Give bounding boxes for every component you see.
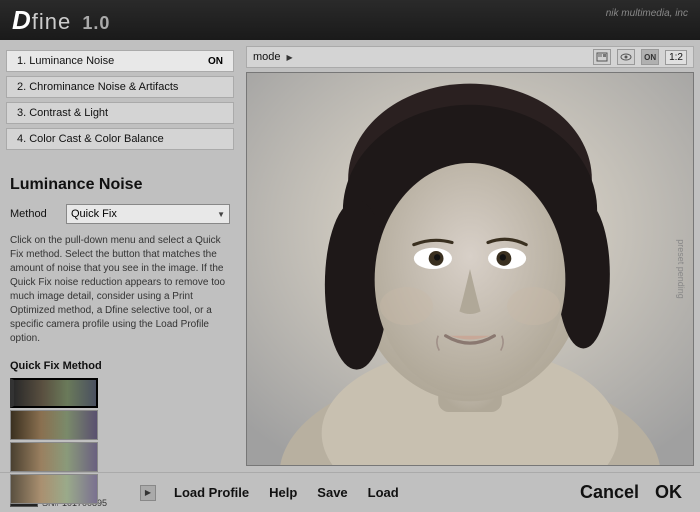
on-icon-btn[interactable]: ON: [641, 49, 659, 65]
right-panel: mode ▶ ON 1:2: [240, 40, 700, 472]
step-item-1[interactable]: 1. Luminance Noise ON: [6, 50, 234, 72]
chevron-down-icon: ▼: [217, 210, 225, 219]
thumbnail-item-4[interactable]: [10, 474, 98, 504]
eye-icon: [620, 52, 632, 62]
portrait-svg: [247, 73, 693, 465]
play-icon: ▶: [145, 488, 151, 497]
step-3-label: 3. Contrast & Light: [17, 107, 108, 119]
image-icon: [596, 52, 608, 62]
cancel-button[interactable]: Cancel: [572, 478, 647, 507]
help-button[interactable]: Help: [259, 481, 307, 504]
title-d: D: [12, 5, 32, 35]
thumbnail-grid: [10, 378, 100, 504]
title-version: 1.0: [82, 13, 110, 33]
pending-label: preset pending: [676, 239, 686, 299]
step-item-4[interactable]: 4. Color Cast & Color Balance: [6, 128, 234, 150]
preview-image: preset pending: [246, 72, 694, 466]
description-text: Click on the pull-down menu and select a…: [10, 234, 230, 346]
step-2-label: 2. Chrominance Noise & Artifacts: [17, 81, 178, 93]
app-title: Dfine 1.0: [12, 5, 110, 36]
thumbnail-item-3[interactable]: [10, 442, 98, 472]
mode-arrow-icon: ▶: [287, 53, 293, 62]
on-label: ON: [644, 53, 656, 62]
mode-label: mode: [253, 51, 281, 63]
section-title: Luminance Noise: [10, 176, 230, 194]
method-value: Quick Fix: [71, 208, 117, 220]
company-name: nik multimedia, inc: [606, 8, 688, 19]
main-content: 1. Luminance Noise ON 2. Chrominance Noi…: [0, 40, 700, 472]
method-row: Method Quick Fix ▼: [10, 204, 230, 224]
thumbnail-item-1[interactable]: [10, 378, 98, 408]
save-button[interactable]: Save: [307, 481, 357, 504]
step-1-label: 1. Luminance Noise: [17, 55, 114, 67]
eye-icon-btn[interactable]: [617, 49, 635, 65]
load-button[interactable]: Load: [358, 481, 409, 504]
ok-button[interactable]: OK: [647, 478, 690, 507]
step-item-2[interactable]: 2. Chrominance Noise & Artifacts: [6, 76, 234, 98]
title-fine: fine: [32, 9, 71, 34]
bottom-bar: nik dsf sdf sdf SN# 101700895 ▶ Load Pro…: [0, 472, 700, 512]
load-profile-button[interactable]: Load Profile: [164, 481, 259, 504]
left-panel: 1. Luminance Noise ON 2. Chrominance Noi…: [0, 40, 240, 472]
app-header: Dfine 1.0 nik multimedia, inc: [0, 0, 700, 40]
zoom-display[interactable]: 1:2: [665, 50, 687, 65]
step-4-label: 4. Color Cast & Color Balance: [17, 133, 164, 145]
qfm-label: Quick Fix Method: [10, 360, 230, 372]
step-1-badge: ON: [208, 56, 223, 67]
step-item-3[interactable]: 3. Contrast & Light: [6, 102, 234, 124]
thumbnail-item-2[interactable]: [10, 410, 98, 440]
preview-icon-btn[interactable]: [593, 49, 611, 65]
method-dropdown[interactable]: Quick Fix ▼: [66, 204, 230, 224]
mode-bar: mode ▶ ON 1:2: [246, 46, 694, 68]
play-button[interactable]: ▶: [140, 485, 156, 501]
method-label: Method: [10, 208, 60, 220]
